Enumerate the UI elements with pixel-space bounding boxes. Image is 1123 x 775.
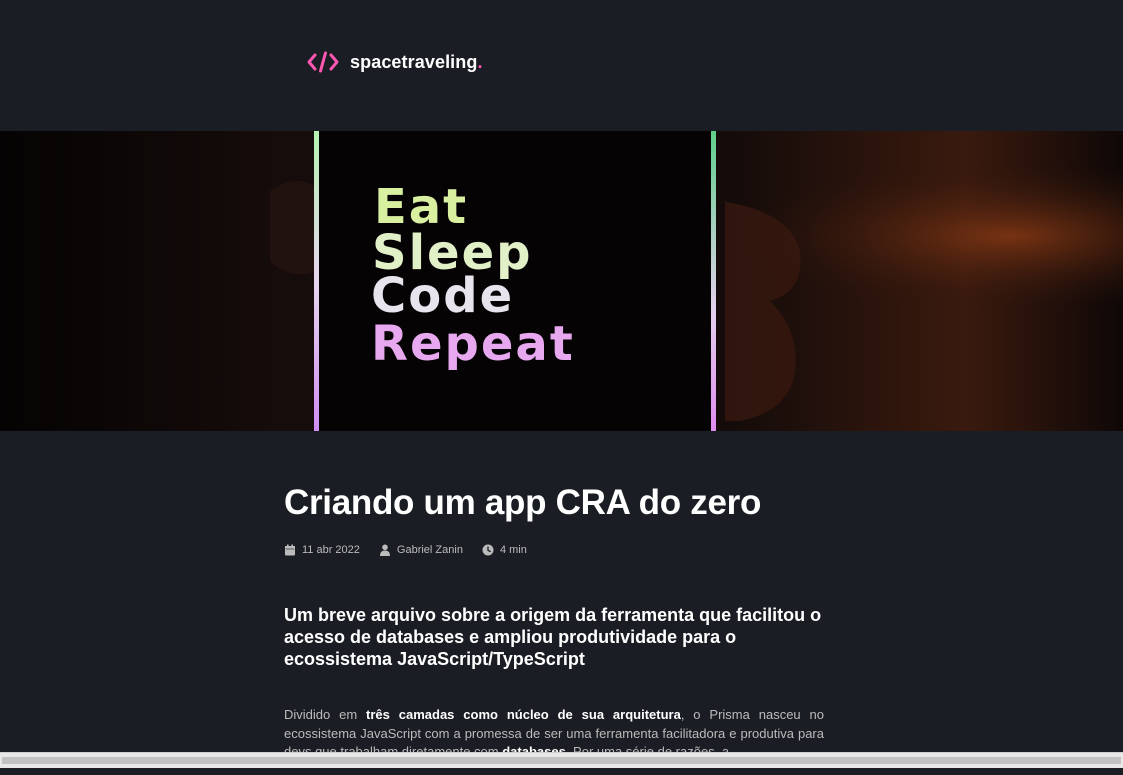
post-heading: Um breve arquivo sobre a origem da ferra… xyxy=(284,605,822,669)
post-author: Gabriel Zanin xyxy=(379,544,463,556)
site-header: spacetraveling. xyxy=(0,0,1123,131)
post-date: 11 abr 2022 xyxy=(284,544,360,556)
user-icon xyxy=(379,544,390,556)
brand-dot: . xyxy=(477,51,483,72)
paragraph-bold-1: três camadas como núcleo de sua arquitet… xyxy=(366,707,681,722)
post-banner-image: Eat Sleep Code Repeat xyxy=(0,131,1123,431)
code-brackets-icon xyxy=(307,51,339,73)
clock-icon xyxy=(482,544,494,556)
post-title: Criando um app CRA do zero xyxy=(284,483,762,522)
post-reading-time: 4 min xyxy=(482,544,527,556)
paragraph-text-1: Dividido em xyxy=(284,707,367,722)
post-meta: 11 abr 2022 Gabriel Zanin 4 min xyxy=(284,542,824,558)
brand-name: spacetraveling xyxy=(350,51,478,72)
post-date-text: 11 abr 2022 xyxy=(302,544,360,556)
calendar-icon xyxy=(285,544,295,556)
scrollbar-thumb[interactable] xyxy=(2,757,1121,764)
post-content: Criando um app CRA do zero 11 abr 2022 G… xyxy=(284,478,824,775)
horizontal-scrollbar[interactable] xyxy=(0,752,1123,768)
post-reading-time-text: 4 min xyxy=(499,544,527,556)
banner-line-repeat: Repeat xyxy=(371,316,575,372)
logo-link[interactable]: spacetraveling. xyxy=(307,51,482,73)
post-author-text: Gabriel Zanin xyxy=(396,544,463,556)
